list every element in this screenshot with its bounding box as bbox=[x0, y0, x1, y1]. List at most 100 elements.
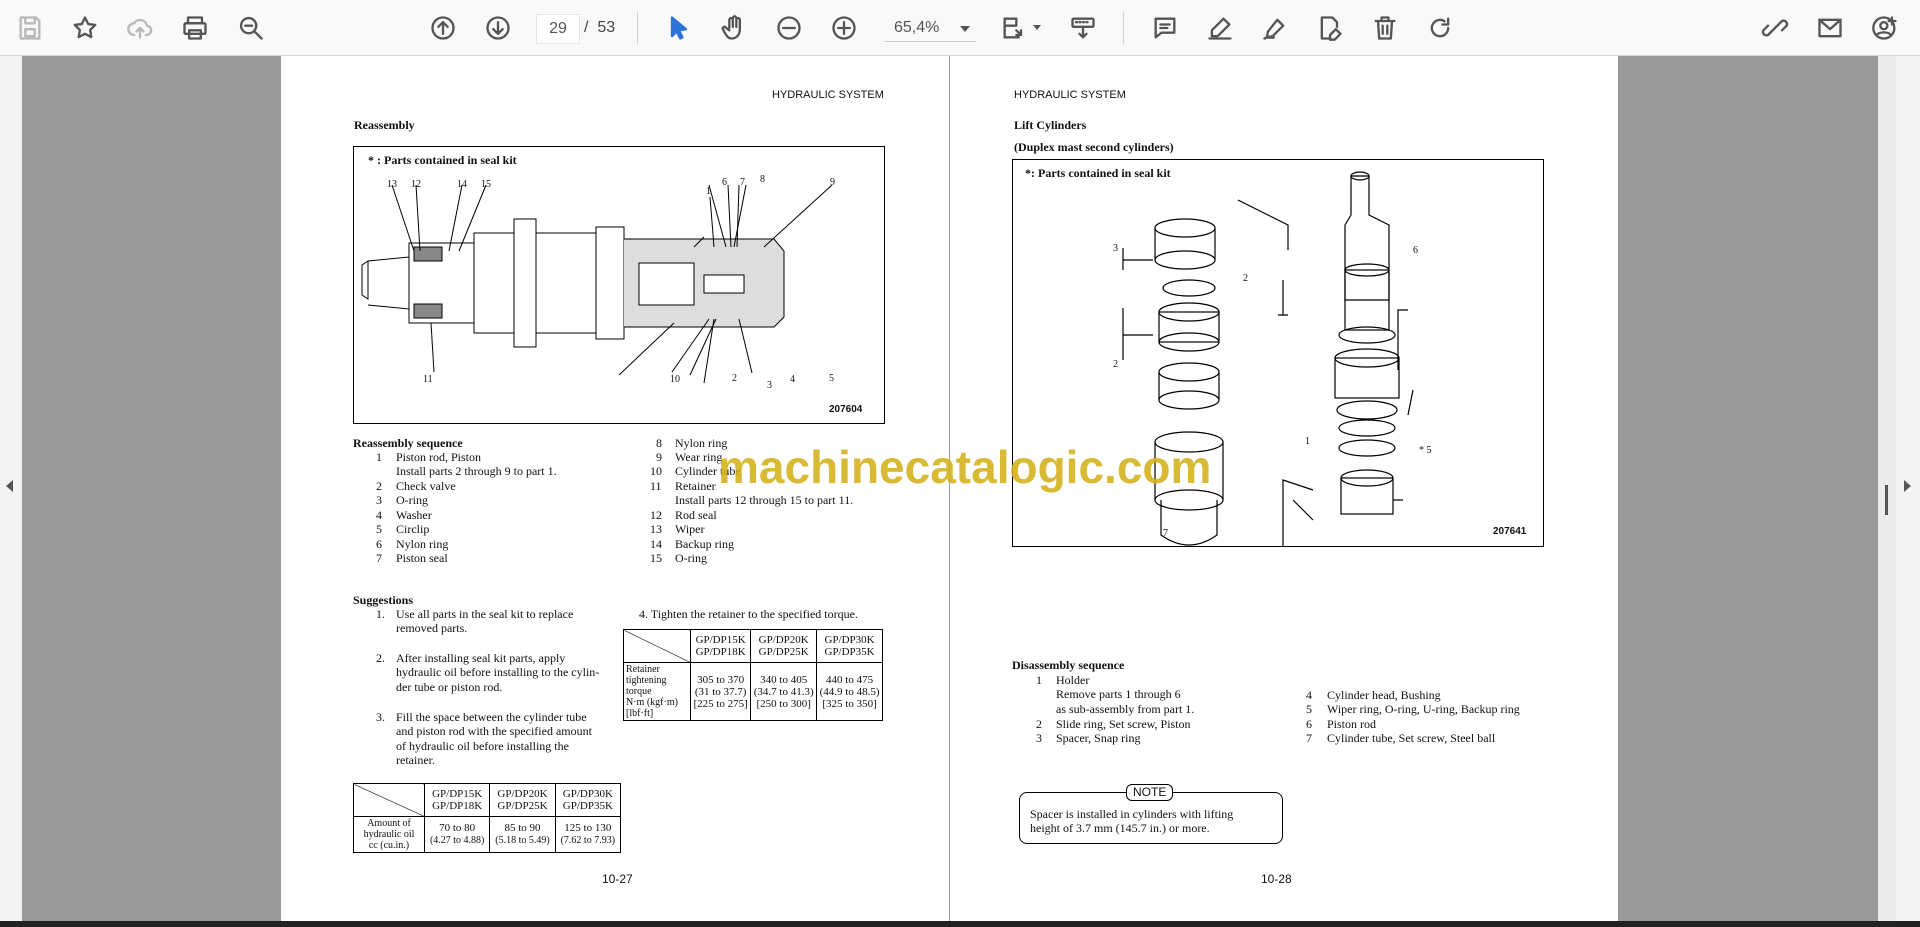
sequence-title: Disassembly sequence bbox=[1012, 658, 1125, 672]
page-number: 10-27 bbox=[602, 872, 633, 886]
reassembly-figure: * : Parts contained in seal kit 13 12 14… bbox=[353, 146, 885, 424]
list-item: of hydraulic oil before installing the bbox=[396, 739, 569, 753]
list-item: After installing seal kit parts, apply bbox=[396, 651, 566, 665]
list-item: O-ring bbox=[675, 551, 707, 565]
table-header-cell: GP/DP20K GP/DP25K bbox=[750, 629, 818, 663]
callout-2: 2 bbox=[732, 373, 737, 384]
row-label-text: torque bbox=[626, 686, 652, 697]
table-row: GP/DP15K GP/DP18K GP/DP20K GP/DP25K GP/DP3… bbox=[353, 783, 622, 817]
watermark: machinecatalogic.com bbox=[718, 441, 1212, 493]
comment-icon[interactable] bbox=[1147, 10, 1183, 46]
list-item-num: 5 bbox=[376, 522, 382, 536]
row-label-text: tightening bbox=[626, 675, 667, 686]
page-fit-icon[interactable] bbox=[996, 10, 1032, 46]
list-item: Wiper ring, O-ring, U-ring, Backup ring bbox=[1327, 702, 1520, 716]
figure-id: 207641 bbox=[1493, 526, 1527, 537]
list-item-num: 4 bbox=[376, 508, 382, 522]
chevron-down-icon[interactable] bbox=[1033, 25, 1041, 30]
section-title: Reassembly bbox=[354, 118, 415, 132]
running-header: HYDRAULIC SYSTEM bbox=[1014, 89, 1126, 101]
list-item-num: 1 bbox=[1036, 673, 1042, 687]
toolbar-divider bbox=[637, 12, 638, 44]
list-item: Install parts 12 through 15 to part 11. bbox=[675, 493, 854, 507]
add-user-icon[interactable] bbox=[1867, 10, 1903, 46]
callout-6: 6 bbox=[1413, 245, 1418, 256]
list-item: Slide ring, Set screw, Piston bbox=[1056, 717, 1191, 731]
oil-amount-table: GP/DP15K GP/DP18K GP/DP20K GP/DP25K GP/DP3… bbox=[353, 783, 622, 853]
redo-icon[interactable] bbox=[1422, 10, 1458, 46]
toolbar: 29 / 53 65,4% bbox=[0, 0, 1920, 56]
callout-15: 15 bbox=[481, 179, 491, 190]
callout-7: 7 bbox=[1163, 528, 1168, 539]
note-line: height of 3.7 mm (145.7 in.) or more. bbox=[1030, 821, 1210, 835]
zoom-search-icon[interactable] bbox=[233, 10, 269, 46]
list-item: Use all parts in the seal kit to replace bbox=[396, 607, 574, 621]
list-item-num: 6 bbox=[1306, 717, 1312, 731]
cloud-upload-icon[interactable] bbox=[122, 10, 158, 46]
zoom-out-icon[interactable] bbox=[771, 10, 807, 46]
previous-page-icon[interactable] bbox=[425, 10, 461, 46]
callout-13: 13 bbox=[387, 179, 397, 190]
list-item: as sub-assembly from part 1. bbox=[1056, 702, 1195, 716]
print-icon[interactable] bbox=[177, 10, 213, 46]
table-row: Amount of hydraulic oil cc (cu.in.) 70 to … bbox=[353, 816, 622, 853]
zoom-in-icon[interactable] bbox=[826, 10, 862, 46]
table-corner-cell bbox=[623, 629, 691, 663]
expand-right-panel-icon[interactable] bbox=[1904, 480, 1911, 492]
page-number-input[interactable]: 29 bbox=[536, 14, 580, 44]
torque-table: GP/DP15K GP/DP18K GP/DP20K GP/DP25K GP/DP3… bbox=[623, 629, 883, 721]
page-count: / 53 bbox=[584, 14, 615, 42]
callout-5: * 5 bbox=[1419, 445, 1432, 456]
list-item-num: 8 bbox=[656, 436, 662, 450]
callout-12: 12 bbox=[411, 179, 421, 190]
list-item: Piston rod, Piston bbox=[396, 450, 482, 464]
list-item-num: 14 bbox=[650, 537, 662, 551]
list-item: Washer bbox=[396, 508, 432, 522]
keyboard-download-icon[interactable] bbox=[1065, 10, 1101, 46]
list-item: Check valve bbox=[396, 479, 456, 493]
next-page-icon[interactable] bbox=[480, 10, 516, 46]
cell-text: (31 to 37.7) bbox=[694, 685, 747, 698]
table-header-text: GP/DP18K bbox=[695, 646, 746, 658]
table-cell: 70 to 80 (4.27 to 4.88) bbox=[423, 816, 491, 853]
taskbar-strip bbox=[0, 921, 1920, 927]
zoom-level-select[interactable]: 65,4% bbox=[884, 14, 976, 42]
list-item-num: 7 bbox=[376, 551, 382, 565]
callout-3: 3 bbox=[767, 380, 772, 391]
cell-text: (7.62 to 7.93) bbox=[560, 835, 616, 846]
list-item: Spacer, Snap ring bbox=[1056, 731, 1141, 745]
callout-5: 5 bbox=[829, 373, 834, 384]
table-row: GP/DP15K GP/DP18K GP/DP20K GP/DP25K GP/DP3… bbox=[623, 629, 883, 663]
highlight-pen-icon[interactable] bbox=[1202, 10, 1238, 46]
draw-signature-icon[interactable] bbox=[1257, 10, 1293, 46]
callout-1: 1 bbox=[1305, 436, 1310, 447]
table-cell: 85 to 90 (5.18 to 5.49) bbox=[489, 816, 556, 853]
delete-trash-icon[interactable] bbox=[1367, 10, 1403, 46]
cell-text: (34.7 to 41.3) bbox=[753, 685, 814, 698]
list-item: retainer. bbox=[396, 753, 435, 767]
table-header-text: GP/DP20K bbox=[758, 634, 809, 646]
list-item-num: 13 bbox=[650, 522, 662, 536]
list-item: Remove parts 1 through 6 bbox=[1056, 687, 1181, 701]
share-link-icon[interactable] bbox=[1757, 10, 1793, 46]
expand-left-panel-icon[interactable] bbox=[6, 480, 13, 492]
bookmark-star-icon[interactable] bbox=[67, 10, 103, 46]
scrollbar-thumb[interactable] bbox=[1885, 485, 1888, 515]
save-icon[interactable] bbox=[12, 10, 48, 46]
list-item-num: 2. bbox=[376, 651, 385, 665]
list-item: Piston rod bbox=[1327, 717, 1377, 731]
select-cursor-icon[interactable] bbox=[661, 10, 697, 46]
list-item: der tube or piston rod. bbox=[396, 680, 503, 694]
table-cell: 340 to 405 (34.7 to 41.3) [250 to 300] bbox=[750, 662, 818, 721]
hand-tool-icon[interactable] bbox=[716, 10, 752, 46]
row-label-text: cc (cu.in.) bbox=[368, 840, 410, 851]
list-item: and piston rod with the specified amount bbox=[396, 724, 592, 738]
table-header-text: GP/DP25K bbox=[497, 800, 548, 812]
edit-document-icon[interactable] bbox=[1312, 10, 1348, 46]
table-header-cell: GP/DP15K GP/DP18K bbox=[689, 629, 752, 663]
note-label: NOTE bbox=[1126, 784, 1174, 801]
page-total: 53 bbox=[597, 19, 616, 36]
email-icon[interactable] bbox=[1812, 10, 1848, 46]
list-item: Circlip bbox=[396, 522, 430, 536]
row-label-text: N·m (kgf·m) bbox=[626, 697, 678, 708]
